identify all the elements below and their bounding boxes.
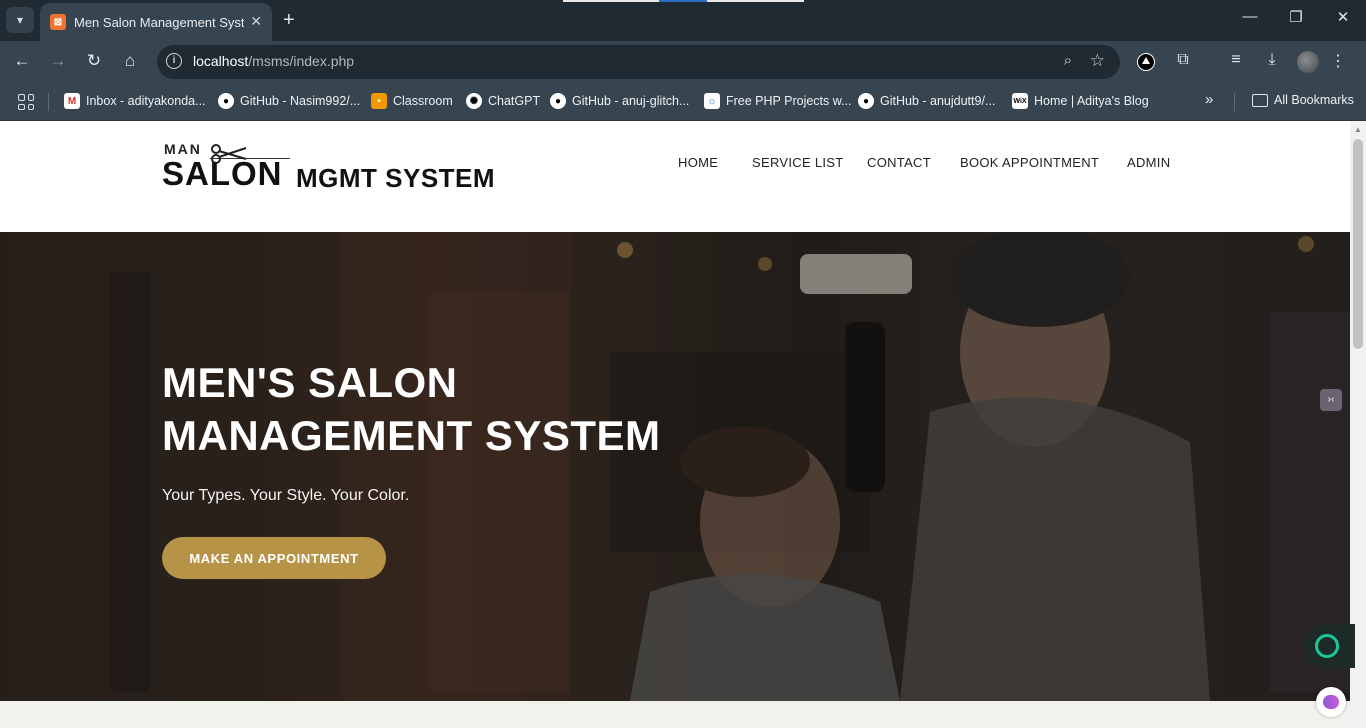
hero-overlay (0, 232, 1350, 701)
xampp-favicon-icon: ⊠ (50, 14, 66, 30)
bookmark-label: ChatGPT (488, 94, 541, 108)
bookmark-item[interactable]: ☼ Free PHP Projects w... (704, 93, 852, 109)
bookmarks-bar: M Inbox - adityakonda... ● GitHub - Nasi… (0, 83, 1366, 121)
bookmark-item[interactable]: ▪ Classroom (371, 93, 453, 109)
address-bar[interactable]: i localhost/msms/index.php ⌕ ☆ (157, 45, 1120, 79)
window-indicator (563, 0, 659, 2)
url-text[interactable]: localhost/msms/index.php (193, 53, 354, 69)
reload-icon[interactable]: ↻ (82, 51, 106, 71)
hero-title-line2: MANAGEMENT SYSTEM (162, 412, 661, 459)
home-icon[interactable]: ⌂ (118, 51, 142, 71)
media-control-icon[interactable]: ≡ (1225, 51, 1247, 69)
nav-home[interactable]: HOME (678, 155, 718, 170)
forward-icon[interactable]: → (46, 51, 70, 71)
browser-toolbar: ← → ↻ ⌂ i localhost/msms/index.php ⌕ ☆ ⧉… (0, 41, 1366, 83)
url-path: /msms/index.php (248, 53, 355, 69)
extensions-puzzle-icon[interactable]: ⧉ (1172, 51, 1194, 69)
bookmark-label: GitHub - anujdutt9/... (880, 94, 996, 108)
bookmark-label: Home | Aditya's Blog (1034, 94, 1149, 108)
bookmark-label: Free PHP Projects w... (726, 94, 852, 108)
close-window-icon[interactable]: ✕ (1320, 8, 1366, 26)
bookmark-item[interactable]: ● GitHub - anujdutt9/... (858, 93, 995, 109)
all-bookmarks-button[interactable]: All Bookmarks (1252, 93, 1354, 107)
php-icon: ☼ (704, 93, 720, 109)
bookmark-label: GitHub - Nasim992/... (240, 94, 361, 108)
tab-title: Men Salon Management System (74, 14, 244, 30)
url-host: localhost (193, 53, 249, 69)
next-section-strip (0, 701, 1350, 728)
site-logo[interactable]: MAN SALON MGMT SYSTEM (162, 139, 502, 197)
web-page: MAN SALON MGMT SYSTEM HOME SERVICE LIST … (0, 121, 1366, 728)
bookmark-item[interactable]: ✺ ChatGPT (466, 93, 540, 109)
nav-service-list[interactable]: SERVICE LIST (752, 155, 844, 170)
profile-avatar[interactable] (1297, 51, 1319, 73)
make-appointment-button[interactable]: MAKE AN APPOINTMENT (162, 537, 386, 579)
download-icon[interactable]: ⤓ (1261, 51, 1283, 69)
brain-dot (1323, 695, 1339, 709)
tab-close-icon[interactable]: ✕ (250, 13, 262, 30)
classroom-icon: ▪ (371, 93, 387, 109)
chatgpt-ring (1315, 634, 1339, 658)
hero-subtitle: Your Types. Your Style. Your Color. (162, 487, 410, 504)
logo-mgmt-text: MGMT SYSTEM (296, 163, 496, 193)
window-indicator (659, 0, 707, 2)
tab-search-icon[interactable]: ▾ (6, 7, 34, 33)
github-icon: ● (858, 93, 874, 109)
hero-banner: MEN'S SALON MANAGEMENT SYSTEM Your Types… (0, 232, 1350, 701)
scroll-thumb[interactable] (1353, 139, 1363, 349)
all-bookmarks-label: All Bookmarks (1274, 93, 1354, 107)
nav-book-appointment[interactable]: BOOK APPOINTMENT (960, 155, 1099, 170)
bookmark-item[interactable]: ● GitHub - anuj-glitch... (550, 93, 689, 109)
hero-title: MEN'S SALON MANAGEMENT SYSTEM (162, 356, 661, 462)
site-header: MAN SALON MGMT SYSTEM HOME SERVICE LIST … (0, 121, 1350, 232)
apps-grid-icon[interactable] (18, 94, 34, 110)
wix-icon: WiX (1012, 93, 1028, 109)
gmail-icon: M (64, 93, 80, 109)
nav-admin[interactable]: ADMIN (1127, 155, 1170, 170)
github-icon: ● (550, 93, 566, 109)
chatgpt-widget-icon[interactable] (1303, 624, 1355, 668)
hero-title-line1: MEN'S SALON (162, 359, 458, 406)
back-icon[interactable]: ← (10, 51, 34, 71)
restore-icon[interactable]: ❐ (1273, 8, 1319, 26)
bookmark-separator (48, 93, 49, 111)
zoom-icon[interactable]: ⌕ (1064, 52, 1072, 69)
collapse-widget-icon[interactable]: ›‹ (1320, 389, 1342, 411)
nav-contact[interactable]: CONTACT (867, 155, 931, 170)
bookmark-separator (1234, 93, 1235, 111)
new-tab-icon[interactable]: + (283, 8, 295, 32)
menu-kebab-icon[interactable]: ⋮ (1327, 51, 1349, 71)
extension-icon[interactable] (1137, 53, 1155, 71)
bookmark-label: Classroom (393, 94, 453, 108)
github-icon: ● (218, 93, 234, 109)
scroll-up-arrow-icon[interactable]: ▲ (1354, 125, 1362, 134)
browser-tab[interactable]: ⊠ Men Salon Management System ✕ (40, 3, 272, 41)
logo-salon-text: SALON (162, 155, 283, 192)
more-bookmarks-chevron-icon[interactable]: » (1205, 91, 1213, 108)
bookmark-label: GitHub - anuj-glitch... (572, 94, 690, 108)
bookmark-star-icon[interactable]: ☆ (1090, 51, 1105, 71)
folder-icon (1252, 93, 1268, 107)
brain-extension-icon[interactable] (1316, 687, 1346, 717)
site-info-icon[interactable]: i (166, 53, 182, 69)
window-indicator (707, 0, 804, 2)
minimize-icon[interactable]: — (1227, 8, 1273, 25)
bookmark-label: Inbox - adityakonda... (86, 94, 206, 108)
bookmark-item[interactable]: ● GitHub - Nasim992/... (218, 93, 360, 109)
browser-tab-bar: ▾ ⊠ Men Salon Management System ✕ + — ❐ … (0, 0, 1366, 41)
chatgpt-icon: ✺ (466, 93, 482, 109)
bookmark-item[interactable]: WiX Home | Aditya's Blog (1012, 93, 1149, 109)
bookmark-item[interactable]: M Inbox - adityakonda... (64, 93, 206, 109)
